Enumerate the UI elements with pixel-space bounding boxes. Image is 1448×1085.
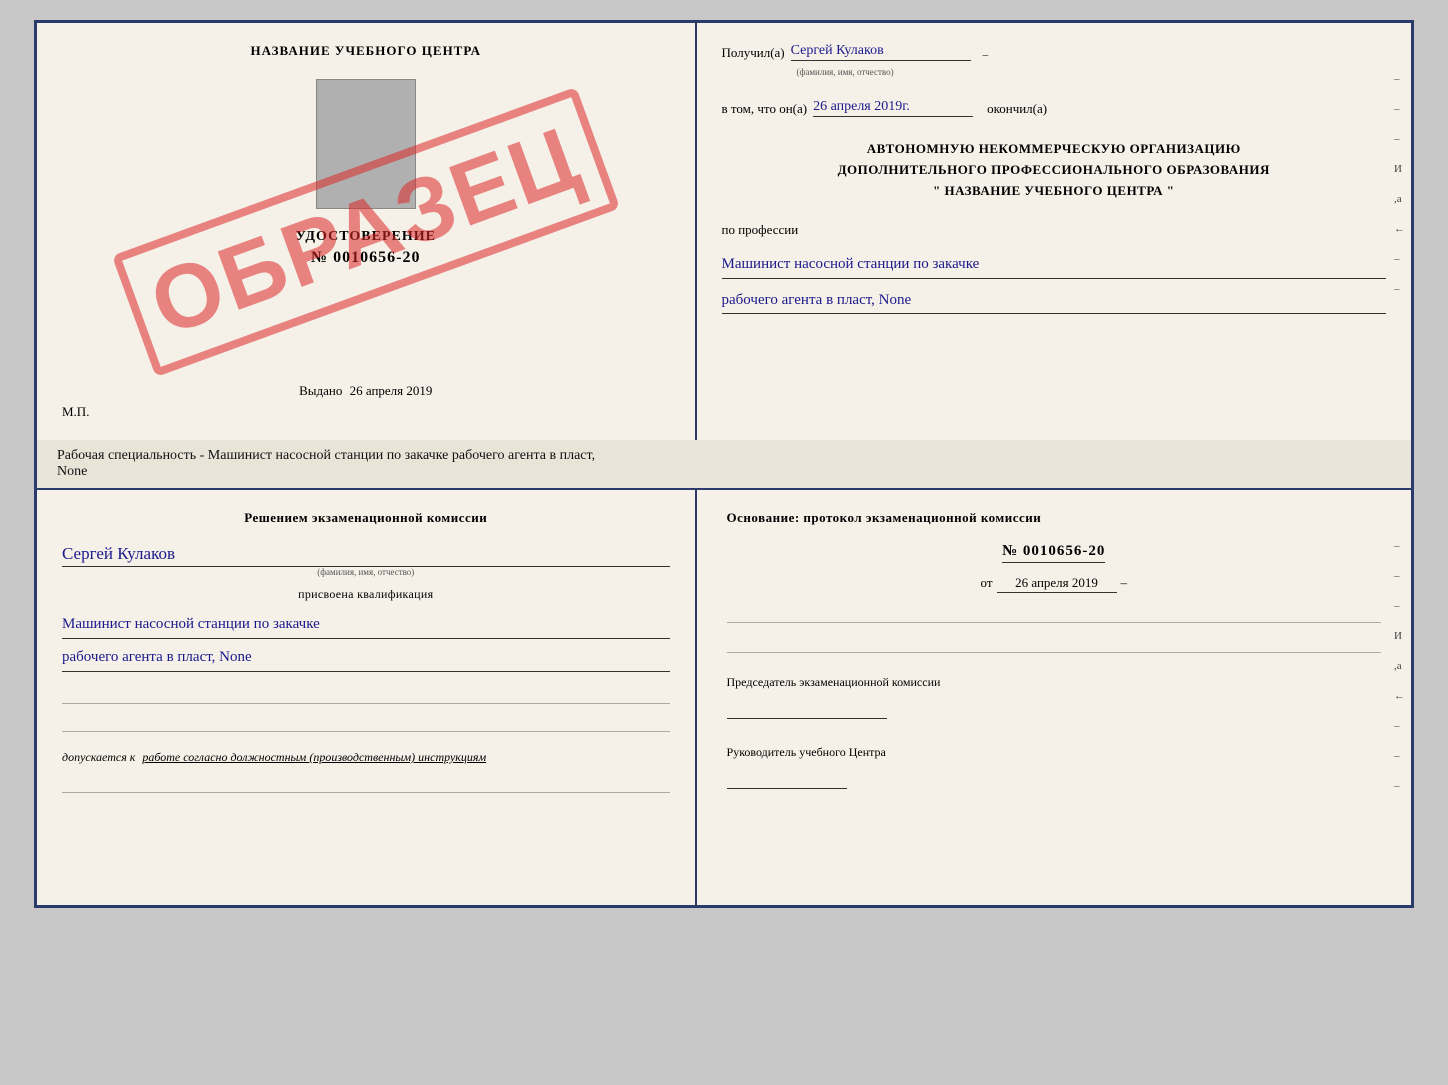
blank-right-1 — [727, 605, 1381, 623]
certificate-bottom: Решением экзаменационной комиссии Сергей… — [34, 488, 1414, 908]
side-marks-bottom: – – – И ,а ← – – – — [1394, 540, 1405, 792]
vydano-date: 26 апреля 2019 — [350, 383, 433, 398]
org-block: АВТОНОМНУЮ НЕКОММЕРЧЕСКУЮ ОРГАНИЗАЦИЮ ДО… — [722, 139, 1386, 201]
familiya-hint: (фамилия, имя, отчество) — [797, 67, 1386, 77]
cert-top-title: НАЗВАНИЕ УЧЕБНОГО ЦЕНТРА — [250, 43, 481, 59]
blank-line-3 — [62, 775, 670, 793]
org-line1: АВТОНОМНУЮ НЕКОММЕРЧЕСКУЮ ОРГАНИЗАЦИЮ — [722, 139, 1386, 160]
dopusk-block: допускается к работе согласно должностны… — [62, 750, 670, 793]
person-name-value: Сергей Кулаков — [62, 544, 670, 567]
blank-line-2 — [62, 714, 670, 732]
side-marks-top: – – – И ,а ← – – — [1394, 73, 1405, 295]
protocol-number-block: № 0010656-20 — [727, 542, 1381, 563]
cert-bottom-right-panel: Основание: протокол экзаменационной коми… — [697, 490, 1411, 905]
qual-line2: рабочего агента в пласт, None — [62, 645, 670, 672]
dopusk-label: допускается к — [62, 750, 135, 764]
osnovanie-label: Основание: протокол экзаменационной коми… — [727, 510, 1381, 526]
blank-right-2 — [727, 635, 1381, 653]
mp-label: М.П. — [62, 404, 89, 420]
ot-date: 26 апреля 2019 — [997, 575, 1117, 593]
protocol-number: № 0010656-20 — [1002, 543, 1105, 563]
predsedatel-sig-line — [727, 699, 1381, 719]
cert-bottom-left-panel: Решением экзаменационной комиссии Сергей… — [37, 490, 697, 905]
subtitle-text: Рабочая специальность - Машинист насосно… — [57, 448, 595, 463]
udost-number: № 0010656-20 — [296, 249, 436, 267]
subtitle-text2: None — [57, 464, 87, 479]
komissia-title: Решением экзаменационной комиссии — [62, 510, 670, 526]
name-subtext: (фамилия, имя, отчество) — [62, 567, 670, 577]
certificate-top: НАЗВАНИЕ УЧЕБНОГО ЦЕНТРА ОБРАЗЕЦ УДОСТОВ… — [34, 20, 1414, 440]
poluchil-row: Получил(а) Сергей Кулаков – — [722, 43, 1386, 61]
vtom-value: 26 апреля 2019г. — [813, 99, 973, 117]
vtom-label: в том, что он(а) — [722, 101, 808, 117]
org-line2: ДОПОЛНИТЕЛЬНОГО ПРОФЕССИОНАЛЬНОГО ОБРАЗО… — [722, 160, 1386, 181]
udost-label: УДОСТОВЕРЕНИЕ — [296, 229, 436, 245]
ot-row: от 26 апреля 2019 – — [727, 575, 1381, 593]
rukovoditel-block: Руководитель учебного Центра — [727, 743, 1381, 789]
rukovoditel-label: Руководитель учебного Центра — [727, 743, 1381, 761]
okonchil-label: окончил(а) — [987, 101, 1047, 117]
rukovoditel-sig-line — [727, 769, 1381, 789]
po-professii-label: по профессии — [722, 221, 1386, 239]
predsedatel-label: Председатель экзаменационной комиссии — [727, 673, 1381, 691]
ot-label: от — [980, 575, 992, 591]
subtitle-area: Рабочая специальность - Машинист насосно… — [34, 440, 1414, 488]
poluchil-value: Сергей Кулаков — [791, 43, 971, 61]
predsedatel-block: Председатель экзаменационной комиссии — [727, 673, 1381, 719]
org-line3: " НАЗВАНИЕ УЧЕБНОГО ЦЕНТРА " — [722, 181, 1386, 202]
poluchil-label: Получил(а) — [722, 45, 785, 61]
person-name-block: Сергей Кулаков (фамилия, имя, отчество) — [62, 544, 670, 577]
ot-dash: – — [1121, 575, 1128, 591]
udost-block: УДОСТОВЕРЕНИЕ № 0010656-20 — [296, 229, 436, 267]
photo-placeholder — [316, 79, 416, 209]
dopusk-value: работе согласно должностным (производств… — [142, 750, 486, 764]
dash-after-name: – — [983, 49, 989, 61]
blank-line-1 — [62, 686, 670, 704]
profession-line2: рабочего агента в пласт, None — [722, 289, 1386, 315]
cert-top-left-panel: НАЗВАНИЕ УЧЕБНОГО ЦЕНТРА ОБРАЗЕЦ УДОСТОВ… — [37, 23, 697, 440]
cert-top-right-panel: Получил(а) Сергей Кулаков – (фамилия, им… — [697, 23, 1411, 440]
qual-line1: Машинист насосной станции по закачке — [62, 612, 670, 639]
vydano-line: Выдано 26 апреля 2019 — [299, 373, 432, 399]
predsedatel-signature — [727, 699, 887, 719]
profession-label: по профессии — [722, 222, 799, 237]
vydano-label: Выдано — [299, 383, 342, 398]
vtom-row: в том, что он(а) 26 апреля 2019г. окончи… — [722, 99, 1386, 117]
dopusk-line: допускается к работе согласно должностны… — [62, 750, 670, 765]
rukovoditel-signature — [727, 769, 847, 789]
prisvoena-label: присвоена квалификация — [62, 587, 670, 602]
profession-line1: Машинист насосной станции по закачке — [722, 253, 1386, 279]
